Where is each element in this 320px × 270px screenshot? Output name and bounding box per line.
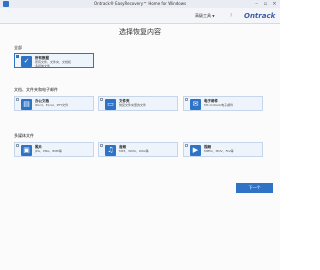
chevron-down-icon: ▼ — [212, 14, 215, 18]
ontrack-logo: Ontrack — [244, 12, 276, 20]
check-icon: ✓ — [21, 56, 32, 67]
minimize-icon[interactable]: – — [252, 0, 261, 8]
card-desc: MS Outlook电子邮件 — [204, 103, 234, 107]
card-folder[interactable]: ▭ 文件夹 恢复文件夹里的文件 — [98, 96, 178, 111]
card-desc: 所有文件、文件夹、文档和 多媒体文件 — [35, 60, 72, 68]
help-icon[interactable]: ? — [230, 13, 232, 19]
checkbox[interactable] — [16, 98, 19, 101]
close-icon[interactable]: × — [270, 0, 279, 8]
checkbox[interactable] — [16, 55, 19, 58]
title-bar: Ontrack® EasyRecovery™ Home for Windows … — [0, 0, 280, 8]
checkbox[interactable] — [100, 144, 103, 147]
next-button[interactable]: 下一个 — [236, 183, 273, 193]
page-title: 选择恢复内容 — [119, 28, 161, 36]
advanced-tools-menu[interactable]: 高级工具 ▼ — [195, 13, 215, 19]
card-photos[interactable]: ▣ 照片 JPG、PNG、BMP等 — [14, 142, 94, 157]
card-desc: 恢复文件夹里的文件 — [119, 103, 147, 107]
card-all-data[interactable]: ✓ 所有数据 所有文件、文件夹、文档和 多媒体文件 — [14, 53, 94, 68]
window-title: Ontrack® EasyRecovery™ Home for Windows — [93, 1, 187, 6]
section-title-media: 多媒体文件 — [14, 133, 34, 138]
checkbox[interactable] — [185, 98, 188, 101]
checkbox[interactable] — [185, 144, 188, 147]
folder-icon: ▭ — [105, 99, 116, 110]
card-audio[interactable]: ♫ 音频 MP3、WMA、WAV等 — [98, 142, 178, 157]
card-desc: MPEG、MOV、FLV等 — [204, 149, 234, 153]
advanced-tools-label: 高级工具 — [195, 13, 211, 18]
card-email[interactable]: ✉ 电子邮件 MS Outlook电子邮件 — [183, 96, 263, 111]
document-icon: ▤ — [21, 99, 32, 110]
checkbox[interactable] — [100, 98, 103, 101]
video-icon: ▶ — [190, 145, 201, 156]
mail-icon: ✉ — [190, 99, 201, 110]
photo-icon: ▣ — [21, 145, 32, 156]
card-desc: Word、Excel、PPT文件 — [35, 103, 69, 107]
card-office-docs[interactable]: ▤ 办公文档 Word、Excel、PPT文件 — [14, 96, 94, 111]
card-video[interactable]: ▶ 视频 MPEG、MOV、FLV等 — [183, 142, 263, 157]
section-title-docs: 文档、文件夹和电子邮件 — [14, 87, 58, 92]
section-title-all: 全部 — [14, 45, 22, 50]
app-header: 高级工具 ▼ ? Ontrack — [0, 8, 280, 24]
checkbox[interactable] — [16, 144, 19, 147]
maximize-icon[interactable]: ▫ — [261, 0, 270, 8]
card-desc: MP3、WMA、WAV等 — [119, 149, 149, 153]
music-icon: ♫ — [105, 145, 116, 156]
card-desc: JPG、PNG、BMP等 — [35, 149, 62, 153]
